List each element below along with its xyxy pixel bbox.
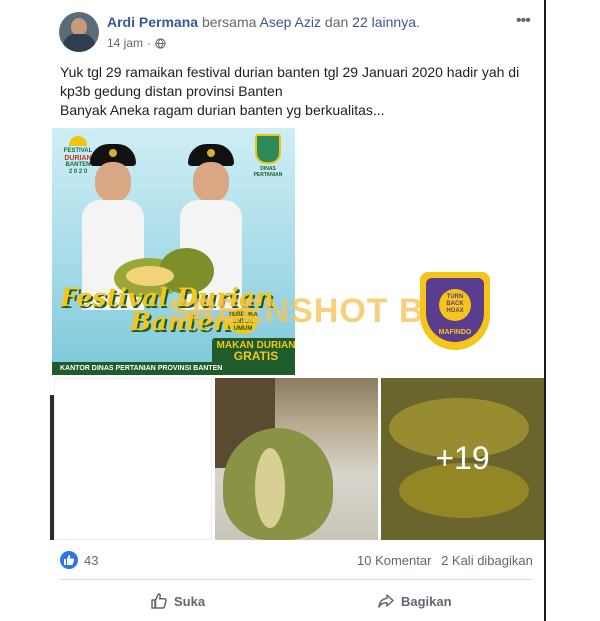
- globe-icon[interactable]: [155, 37, 166, 49]
- watermark-text: SREENSHOT BY: [168, 292, 449, 330]
- comments-count[interactable]: 10 Komentar: [357, 553, 431, 568]
- like-label: Suka: [174, 593, 206, 609]
- share-button[interactable]: Bagikan: [377, 592, 452, 610]
- post-text-line: Banyak Aneka ragam durian banten yg berk…: [60, 102, 385, 118]
- office-label: KANTOR DINAS PERTANIAN PROVINSI BANTEN: [52, 362, 295, 375]
- post-time[interactable]: 14 jam: [107, 36, 143, 50]
- more-photos-count[interactable]: +19: [381, 440, 544, 477]
- author-avatar[interactable]: [59, 12, 99, 52]
- turnbackhoax-logo: TURN BACK HOAX MAFINDO: [420, 272, 490, 350]
- post-text-line: Yuk tgl 29 ramaikan festival durian bant…: [60, 64, 520, 80]
- reaction-summary[interactable]: 43: [60, 551, 98, 569]
- like-count: 43: [84, 552, 99, 568]
- post-text-line: kp3b gedung distan provinsi Banten: [60, 83, 283, 99]
- share-label: Bagikan: [401, 593, 452, 609]
- with-word: bersama: [201, 14, 257, 30]
- like-button[interactable]: Suka: [150, 592, 205, 610]
- divider: [60, 579, 532, 580]
- tagged-others-link[interactable]: 22 lainnya: [352, 14, 416, 30]
- thumbs-up-icon: [60, 551, 78, 569]
- shield-icon: [255, 134, 281, 164]
- and-word: dan: [324, 14, 349, 30]
- tagged-user[interactable]: Asep Aziz: [260, 14, 321, 30]
- post-text: Yuk tgl 29 ramaikan festival durian bant…: [60, 63, 538, 120]
- avatar-body: [63, 34, 95, 52]
- dinas-logo: DINAS PERTANIAN: [248, 134, 288, 178]
- poster-photo[interactable]: FESTIVAL DURIAN BANTEN 2 0 2 0 DINAS PER…: [52, 128, 295, 375]
- ellipsis-icon[interactable]: •••: [516, 12, 531, 30]
- author-name[interactable]: Ardi Permana: [107, 14, 198, 30]
- thumbs-up-icon: [151, 593, 167, 609]
- free-durian-label: MAKAN DURIAN GRATIS: [212, 338, 295, 364]
- engagement-counts: 10 Komentar 2 Kali dibagikan: [357, 553, 533, 568]
- share-icon: [378, 594, 394, 608]
- gallery-photo-2[interactable]: [215, 378, 378, 540]
- post-meta: 14 jam ·: [107, 36, 166, 50]
- page-edge: [544, 0, 546, 621]
- gallery-photo-1[interactable]: [54, 378, 212, 540]
- post-header: Ardi Permana bersama Asep Aziz dan 22 la…: [107, 14, 420, 30]
- shares-count[interactable]: 2 Kali dibagikan: [441, 553, 533, 568]
